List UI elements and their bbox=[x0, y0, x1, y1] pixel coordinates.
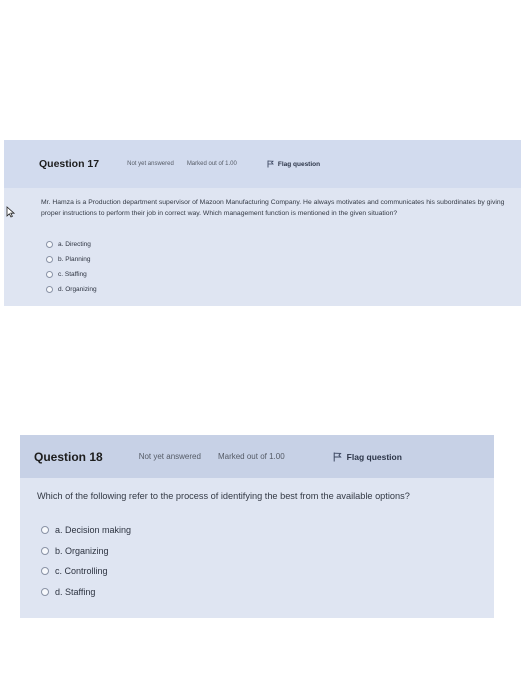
option-label: b. Organizing bbox=[55, 545, 109, 556]
option-label: d. Staffing bbox=[55, 586, 96, 597]
question-17-marks: Marked out of 1.00 bbox=[186, 161, 237, 167]
option-label: a. Directing bbox=[58, 241, 91, 248]
question-17-option-d[interactable]: d. Organizing bbox=[46, 282, 97, 297]
question-17-options: a. Directing b. Planning c. Staffing d. … bbox=[46, 237, 97, 297]
radio-button[interactable] bbox=[46, 256, 53, 263]
radio-button[interactable] bbox=[46, 286, 53, 293]
question-17-card: Question 17 Not yet answered Marked out … bbox=[4, 140, 521, 306]
option-label: c. Staffing bbox=[58, 271, 87, 278]
radio-button[interactable] bbox=[41, 567, 49, 576]
flag-icon bbox=[333, 452, 342, 462]
question-17-option-b[interactable]: b. Planning bbox=[46, 252, 97, 267]
radio-button[interactable] bbox=[46, 271, 53, 278]
question-17-header: Question 17 Not yet answered Marked out … bbox=[4, 140, 521, 188]
question-17-option-a[interactable]: a. Directing bbox=[46, 237, 97, 252]
question-17-title: Question 17 bbox=[39, 158, 100, 170]
question-18-status: Not yet answered bbox=[138, 452, 201, 461]
radio-button[interactable] bbox=[41, 526, 49, 535]
question-17-flag-button[interactable]: Flag question bbox=[267, 160, 320, 168]
option-label: b. Planning bbox=[58, 256, 91, 263]
question-18-flag-button[interactable]: Flag question bbox=[333, 452, 402, 462]
question-18-option-b[interactable]: b. Organizing bbox=[41, 541, 131, 562]
flag-icon bbox=[267, 160, 274, 168]
radio-button[interactable] bbox=[41, 587, 49, 596]
question-18-card: Question 18 Not yet answered Marked out … bbox=[20, 435, 494, 618]
question-17-text: Mr. Hamza is a Production department sup… bbox=[41, 199, 505, 217]
option-label: d. Organizing bbox=[58, 286, 97, 293]
option-label: a. Decision making bbox=[55, 525, 132, 536]
question-17-option-c[interactable]: c. Staffing bbox=[46, 267, 97, 282]
question-18-option-a[interactable]: a. Decision making bbox=[41, 520, 131, 541]
question-18-title: Question 18 bbox=[34, 449, 103, 464]
question-18-option-c[interactable]: c. Controlling bbox=[41, 561, 131, 582]
radio-button[interactable] bbox=[46, 241, 53, 248]
radio-button[interactable] bbox=[41, 546, 49, 555]
question-18-options: a. Decision making b. Organizing c. Cont… bbox=[41, 520, 131, 602]
question-17-status: Not yet answered bbox=[127, 161, 174, 167]
option-label: c. Controlling bbox=[55, 566, 108, 577]
question-18-flag-label: Flag question bbox=[346, 451, 402, 462]
question-18-option-d[interactable]: d. Staffing bbox=[41, 582, 131, 603]
question-18-header: Question 18 Not yet answered Marked out … bbox=[20, 435, 494, 478]
mouse-cursor-icon bbox=[6, 205, 16, 223]
question-18-text: Which of the following refer to the proc… bbox=[37, 491, 410, 501]
question-18-marks: Marked out of 1.00 bbox=[217, 452, 285, 461]
question-17-flag-label: Flag question bbox=[277, 160, 321, 168]
